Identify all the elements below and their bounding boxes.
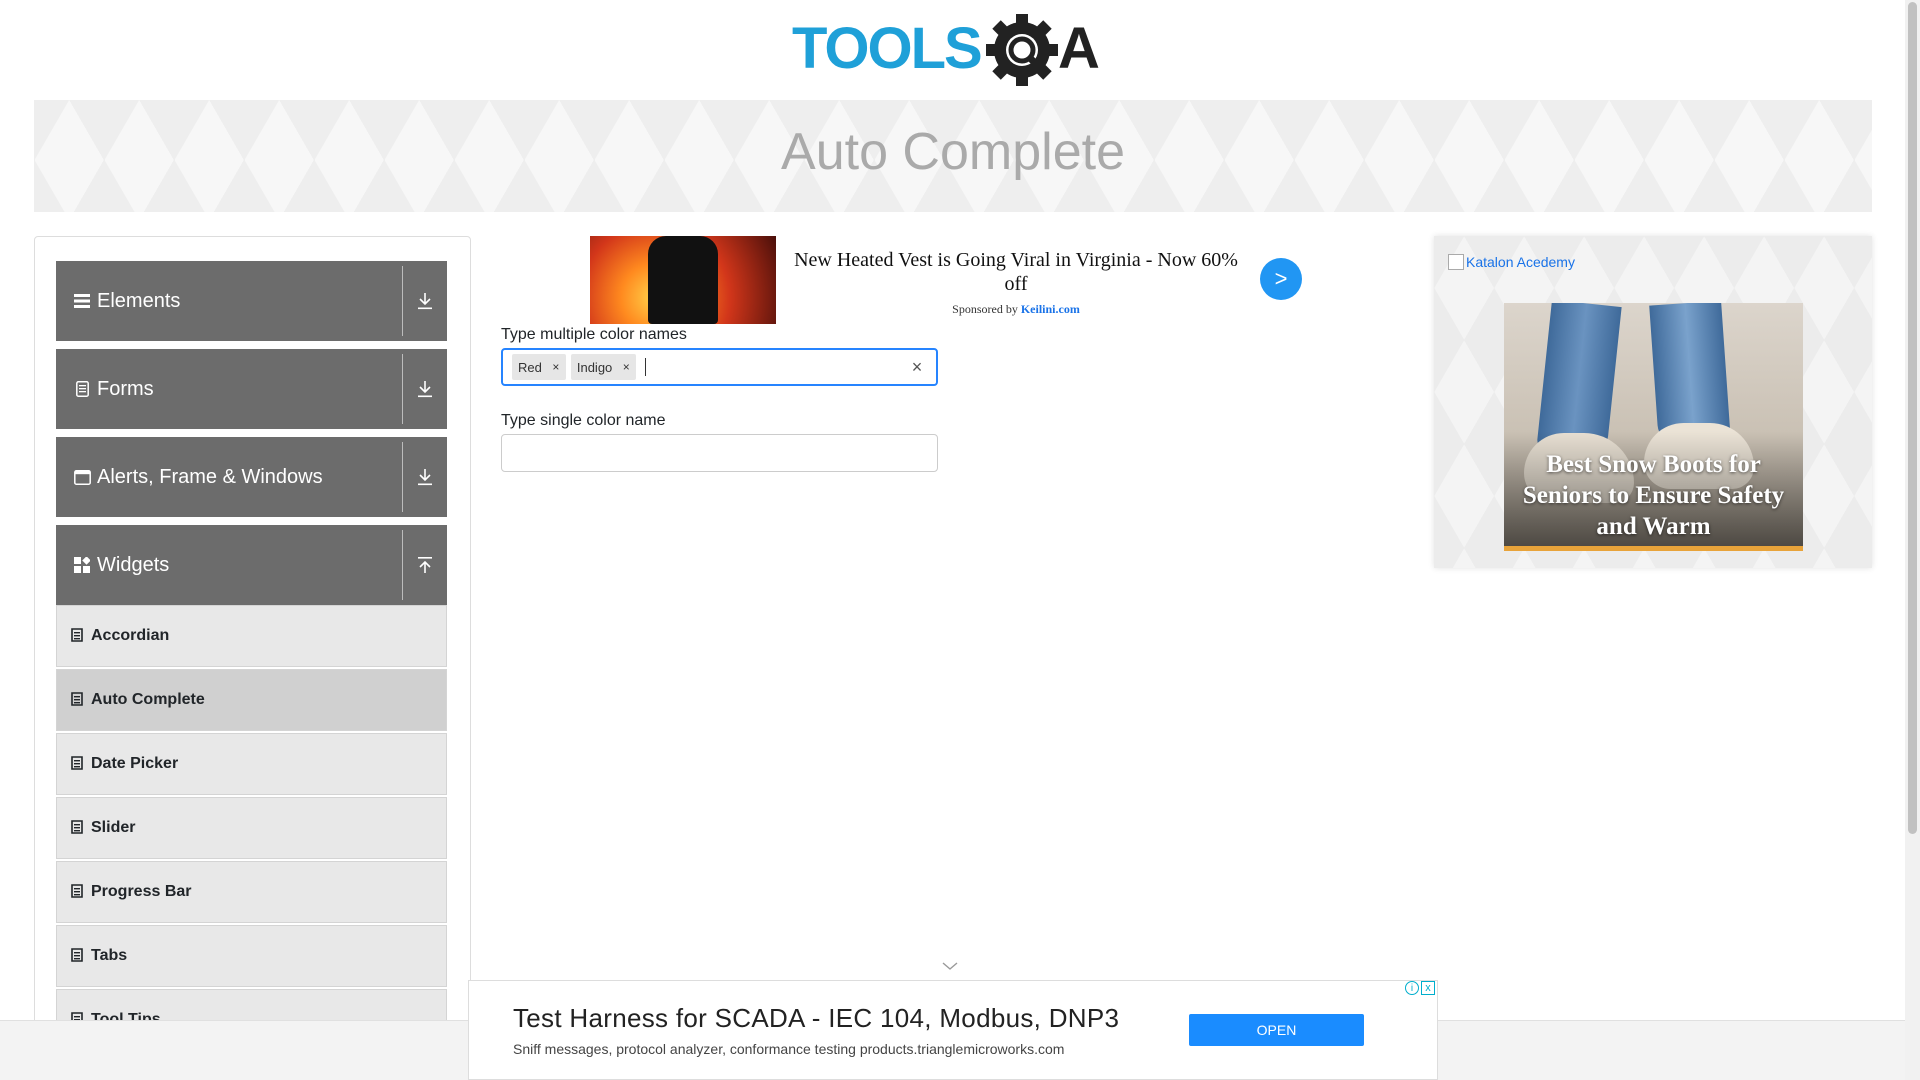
clear-all-icon[interactable]: × (908, 357, 926, 377)
widgets-icon (73, 556, 91, 574)
download-icon[interactable] (403, 261, 447, 341)
logo-text-tools: TOOLS (792, 16, 981, 81)
sponsored-ad[interactable]: New Heated Vest is Going Viral in Virgin… (590, 236, 1302, 324)
page-title: Auto Complete (781, 123, 1125, 181)
sidebar-group-label: Elements (97, 289, 181, 312)
scrollbar-thumb[interactable] (1908, 2, 1917, 834)
single-color-label: Type single color name (501, 412, 666, 429)
chip-label: Indigo (576, 359, 613, 375)
upload-icon[interactable] (403, 525, 447, 605)
sidebar-group-label: Forms (97, 377, 154, 400)
ad-sponsored-line: Sponsored by Keilini.com (786, 302, 1246, 317)
svg-file-icon (71, 756, 85, 772)
snow-boots-ad[interactable]: Best Snow Boots for Seniors to Ensure Sa… (1504, 303, 1803, 551)
vest-image (648, 236, 718, 324)
sidebar-group-alerts[interactable]: Alerts, Frame & Windows (56, 437, 447, 517)
chevron-down-icon[interactable] (941, 960, 959, 972)
svg-file-icon (71, 948, 85, 964)
sidebar-item-label: Tabs (91, 947, 128, 964)
svg-file-icon (71, 820, 85, 836)
boots-ad-headline[interactable]: Best Snow Boots for Seniors to Ensure Sa… (1504, 449, 1803, 542)
sidebar-item-progress-bar[interactable]: Progress Bar (56, 861, 447, 923)
ad-image[interactable] (590, 236, 776, 324)
katalon-alt-text: Katalon Acedemy (1466, 254, 1575, 270)
sidebar-item-date-picker[interactable]: Date Picker (56, 733, 447, 795)
ad-next-button[interactable]: > (1260, 258, 1302, 300)
svg-file-icon (71, 884, 85, 900)
bottom-ad[interactable]: Test Harness for SCADA - IEC 104, Modbus… (468, 980, 1438, 1080)
ad-close-icon[interactable]: x (1421, 981, 1435, 995)
sidebar-group-label: Widgets (97, 553, 170, 576)
left-sidebar: Elements Forms Alerts, Frame & Windows W… (34, 236, 471, 1080)
svg-file-icon (71, 628, 85, 644)
ad-headline[interactable]: New Heated Vest is Going Viral in Virgin… (786, 248, 1246, 296)
multi-color-input[interactable]: Red × Indigo × × (501, 348, 938, 386)
sidebar-group-forms[interactable]: Forms (56, 349, 447, 429)
ad-sponsored-prefix: Sponsored by (952, 302, 1018, 316)
single-color-input[interactable] (501, 434, 938, 472)
chip-indigo: Indigo × (570, 354, 637, 380)
group-divider (402, 266, 403, 336)
sidebar-group-widgets[interactable]: Widgets (56, 525, 447, 605)
sidebar-item-tabs[interactable]: Tabs (56, 925, 447, 987)
chip-red: Red × (512, 354, 566, 380)
multi-color-label: Type multiple color names (501, 326, 687, 343)
katalon-ad-link[interactable]: Katalon Acedemy (1448, 254, 1575, 270)
text-caret (645, 358, 647, 376)
open-button[interactable]: OPEN (1189, 1014, 1364, 1046)
window-icon (73, 468, 91, 486)
sidebar-item-label: Auto Complete (91, 691, 205, 708)
page-banner: Auto Complete (34, 100, 1872, 212)
group-divider (402, 442, 403, 512)
ad-info-icon[interactable]: i (1405, 981, 1419, 995)
bottom-ad-title[interactable]: Test Harness for SCADA - IEC 104, Modbus… (513, 1003, 1119, 1034)
gear-magnifier-icon (986, 14, 1058, 86)
sidebar-item-slider[interactable]: Slider (56, 797, 447, 859)
chip-remove-icon[interactable]: × (616, 354, 636, 380)
sidebar-group-elements[interactable]: Elements (56, 261, 447, 341)
sidebar-item-label: Slider (91, 819, 136, 836)
chip-remove-icon[interactable]: × (546, 354, 566, 380)
download-icon[interactable] (403, 437, 447, 517)
sidebar-item-label: Date Picker (91, 755, 179, 772)
group-divider (402, 354, 403, 424)
sidebar-item-label: Progress Bar (91, 883, 192, 900)
toolsqa-logo[interactable]: TOOLS A (790, 14, 1120, 92)
group-divider (402, 530, 403, 600)
broken-image-icon (1448, 254, 1464, 270)
bottom-ad-subtitle: Sniff messages, protocol analyzer, confo… (513, 1041, 1065, 1057)
svg-file-icon (71, 692, 85, 708)
sidebar-group-label: Alerts, Frame & Windows (97, 465, 323, 488)
boots-ad-accent-bar (1504, 546, 1803, 551)
document-icon (73, 380, 91, 398)
sidebar-item-label: Accordian (91, 627, 170, 644)
ad-sponsor-link[interactable]: Keilini.com (1021, 302, 1080, 316)
chip-label: Red (518, 359, 542, 375)
sidebar-item-auto-complete[interactable]: Auto Complete (56, 669, 447, 731)
logo-text-a: A (1058, 16, 1100, 81)
right-ad[interactable]: Katalon Acedemy Best Snow Boots for Seni… (1434, 236, 1872, 568)
hamburger-icon (73, 292, 91, 310)
download-icon[interactable] (403, 349, 447, 429)
page: TOOLS A Auto Complete Elements Forms Ale… (0, 0, 1920, 1080)
sidebar-item-accordian[interactable]: Accordian (56, 605, 447, 667)
